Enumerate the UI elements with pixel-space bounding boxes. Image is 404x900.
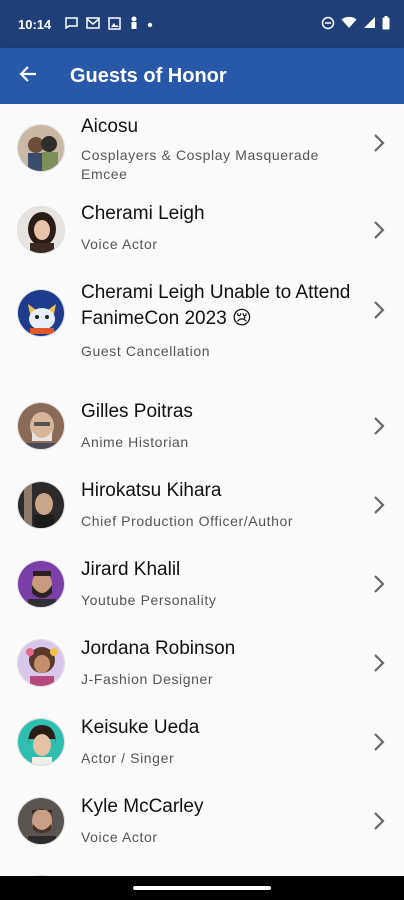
status-time: 10:14 — [18, 16, 52, 32]
dnd-icon — [321, 16, 335, 33]
guest-name: Keisuke Ueda — [81, 717, 200, 738]
guest-role: Voice Actor — [81, 829, 158, 845]
chevron-right-icon — [374, 301, 385, 319]
guest-name: Hirokatsu Kihara — [81, 480, 222, 501]
guest-role: Guest Cancellation — [81, 343, 211, 359]
avatar — [17, 639, 65, 687]
app-bar: Guests of Honor — [0, 48, 404, 104]
guest-role: Actor / Singer — [81, 750, 175, 766]
guest-name: Gilles Poitras — [81, 401, 193, 422]
chevron-right-icon — [374, 417, 385, 435]
guest-row-cherami-leigh[interactable]: Cherami Leigh Voice Actor — [0, 190, 404, 269]
guest-role: Chief Production Officer/Author — [81, 513, 294, 529]
guest-name: Cherami Leigh Unable to Attend FanimeCon… — [81, 282, 351, 329]
arrow-left-icon — [19, 65, 37, 88]
guest-role: Anime Historian — [81, 434, 189, 450]
avatar — [17, 289, 65, 337]
navigation-bar — [0, 876, 404, 900]
guest-name: Kyle McCarley — [81, 796, 204, 817]
guest-row-hirokatsu-kihara[interactable]: Hirokatsu Kihara Chief Production Office… — [0, 466, 404, 545]
status-bar: 10:14 — [0, 0, 404, 48]
avatar — [17, 560, 65, 608]
dot-icon — [147, 18, 153, 30]
avatar — [17, 481, 65, 529]
page-title: Guests of Honor — [70, 64, 227, 87]
back-button[interactable] — [0, 48, 56, 104]
avatar — [17, 402, 65, 450]
mail-icon — [86, 17, 100, 31]
guest-role: Cosplayers & Cosplay Masquerade Emcee — [81, 147, 320, 182]
guest-row-keisuke-ueda[interactable]: Keisuke Ueda Actor / Singer — [0, 703, 404, 782]
guest-role: J-Fashion Designer — [81, 671, 214, 687]
guest-row-cancellation[interactable]: Cherami Leigh Unable to Attend FanimeCon… — [0, 269, 404, 387]
guest-name: Jordana Robinson — [81, 638, 236, 659]
guest-role: Youtube Personality — [81, 592, 217, 608]
message-icon — [65, 17, 78, 31]
bolt-icon — [129, 16, 139, 32]
avatar — [17, 206, 65, 254]
guest-row-aicosu[interactable]: Aicosu Cosplayers & Cosplay Masquerade E… — [0, 104, 404, 190]
guest-name: Cherami Leigh — [81, 203, 205, 224]
battery-icon — [382, 15, 390, 33]
guest-row-gilles-poitras[interactable]: Gilles Poitras Anime Historian — [0, 387, 404, 466]
chevron-right-icon — [374, 733, 385, 751]
guest-row-partial[interactable] — [0, 861, 404, 876]
home-indicator[interactable] — [133, 886, 271, 890]
avatar — [17, 718, 65, 766]
signal-icon — [363, 16, 376, 32]
chevron-right-icon — [374, 575, 385, 593]
chevron-right-icon — [374, 812, 385, 830]
wifi-icon — [341, 16, 357, 32]
guest-name: Aicosu — [81, 116, 139, 137]
avatar — [17, 797, 65, 845]
chevron-right-icon — [374, 221, 385, 239]
guest-row-jordana-robinson[interactable]: Jordana Robinson J-Fashion Designer — [0, 624, 404, 703]
avatar — [17, 124, 65, 172]
guest-row-kyle-mccarley[interactable]: Kyle McCarley Voice Actor — [0, 782, 404, 861]
chevron-right-icon — [374, 654, 385, 672]
guest-list[interactable]: Aicosu Cosplayers & Cosplay Masquerade E… — [0, 104, 404, 876]
guest-role: Voice Actor — [81, 236, 158, 252]
chevron-right-icon — [374, 134, 385, 152]
guest-name: Jirard Khalil — [81, 559, 181, 580]
chevron-right-icon — [374, 496, 385, 514]
image-icon — [108, 16, 121, 32]
guest-row-jirard-khalil[interactable]: Jirard Khalil Youtube Personality — [0, 545, 404, 624]
